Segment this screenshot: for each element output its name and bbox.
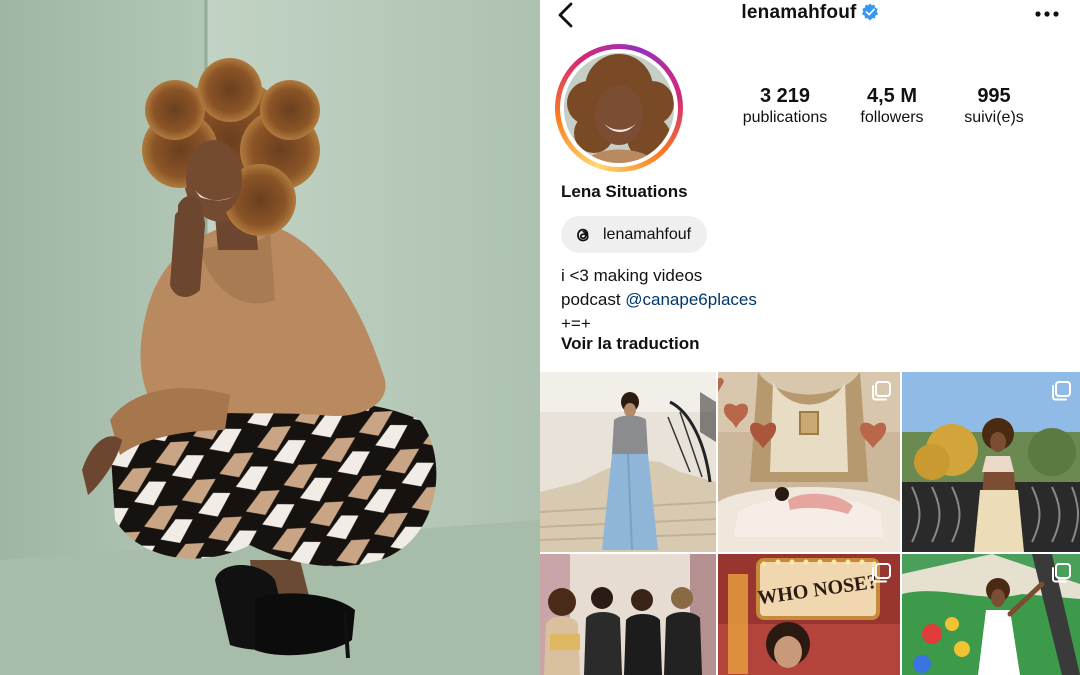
verified-badge-icon bbox=[861, 2, 878, 21]
followers-count-label: followers bbox=[860, 109, 924, 126]
bio: i <3 making videos podcast @canape6place… bbox=[561, 264, 757, 336]
post-tile-2[interactable] bbox=[718, 372, 900, 552]
post-tile-5[interactable]: WHO NOSE? bbox=[718, 554, 900, 675]
following-count-value: 995 bbox=[977, 85, 1011, 107]
posts-grid: WHO NOSE? bbox=[540, 372, 1080, 675]
instagram-profile: lenamahfouf 3 219 publications 4,5 M fol… bbox=[540, 0, 1080, 675]
threads-link-button[interactable]: lenamahfouf bbox=[561, 216, 708, 253]
following-count-label: suivi(e)s bbox=[964, 109, 1024, 126]
bio-line-1: i <3 making videos bbox=[561, 266, 703, 285]
carousel-icon bbox=[1052, 381, 1071, 401]
posts-count-value: 3 219 bbox=[759, 85, 811, 107]
posts-count[interactable]: 3 219 publications bbox=[730, 84, 840, 128]
display-name: Lena Situations bbox=[561, 182, 688, 201]
carousel-icon bbox=[872, 381, 891, 401]
carousel-icon bbox=[1052, 563, 1071, 583]
posts-count-label: publications bbox=[742, 109, 828, 126]
username: lenamahfouf bbox=[741, 2, 857, 23]
top-bar: lenamahfouf bbox=[540, 0, 1080, 32]
bio-line-3: +=+ bbox=[561, 314, 591, 333]
bio-line-2-text: podcast bbox=[561, 290, 626, 309]
post-tile-1[interactable] bbox=[540, 372, 716, 552]
story-ring[interactable] bbox=[555, 44, 683, 172]
more-options-icon bbox=[1035, 11, 1059, 17]
followers-count-value: 4,5 M bbox=[866, 85, 918, 107]
post-tile-4[interactable] bbox=[540, 554, 716, 675]
threads-icon bbox=[577, 228, 589, 241]
carousel-icon bbox=[872, 563, 891, 583]
post-tile-3[interactable] bbox=[902, 372, 1080, 552]
profile-stats: 3 219 publications 4,5 M followers 995 s… bbox=[730, 84, 1040, 134]
following-count[interactable]: 995 suivi(e)s bbox=[939, 84, 1049, 128]
followers-count[interactable]: 4,5 M followers bbox=[837, 84, 947, 128]
more-options-button[interactable] bbox=[1034, 4, 1060, 24]
post-tile-6[interactable] bbox=[902, 554, 1080, 675]
see-translation-link[interactable]: Voir la traduction bbox=[561, 334, 700, 354]
threads-handle: lenamahfouf bbox=[603, 225, 692, 243]
avatar bbox=[564, 53, 674, 163]
bio-line-2: podcast @canape6places bbox=[561, 288, 757, 312]
profile-photo-large bbox=[0, 0, 540, 675]
bio-mention-link[interactable]: @canape6places bbox=[625, 290, 757, 309]
profile-username-header: lenamahfouf bbox=[540, 2, 1080, 24]
